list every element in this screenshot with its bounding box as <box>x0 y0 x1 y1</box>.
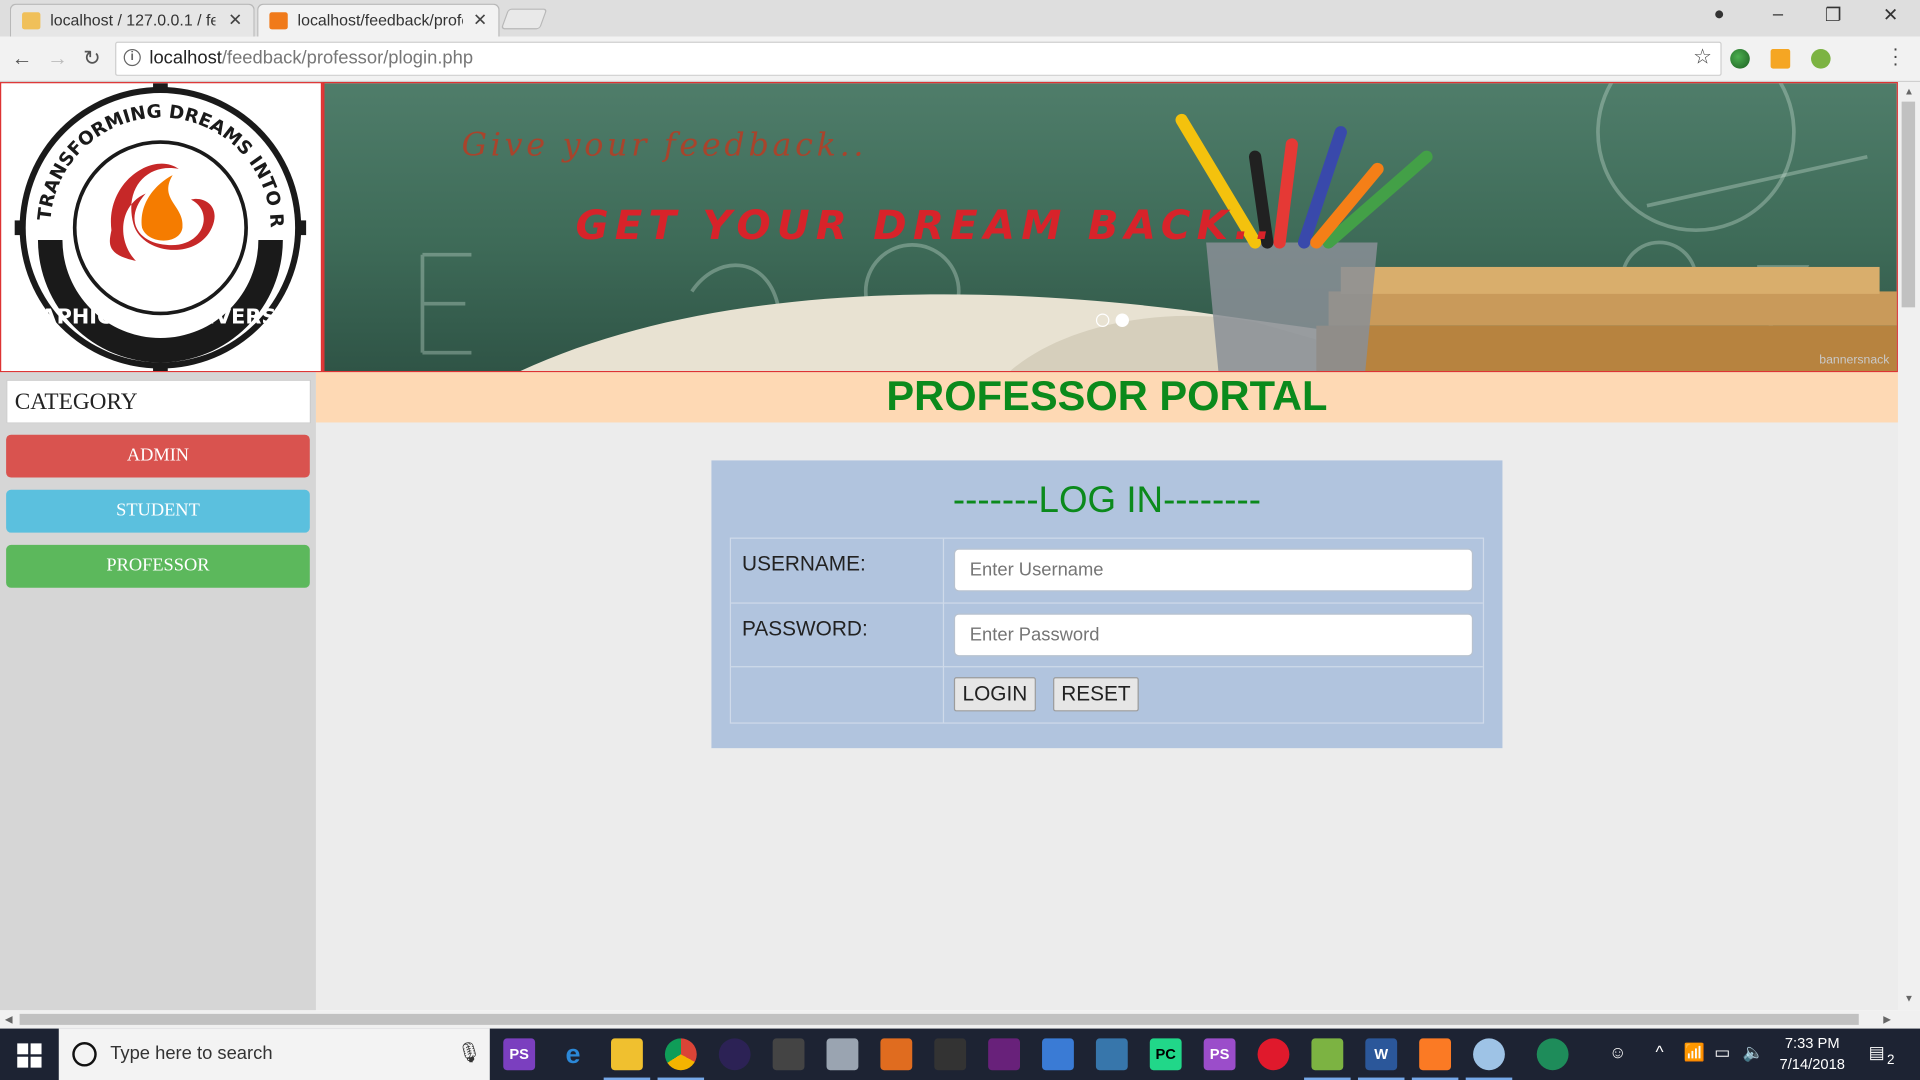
activity-monitor-icon[interactable] <box>1536 1038 1569 1071</box>
hero-banner: Give your feedback.. GET YOUR DREAM BACK… <box>322 82 1898 373</box>
close-window-button[interactable]: ✕ <box>1866 4 1915 26</box>
people-icon[interactable]: ☺ <box>1609 1042 1627 1062</box>
file-explorer-icon[interactable] <box>603 1038 651 1080</box>
login-form: -------LOG IN-------- USERNAME: PASSWORD… <box>711 460 1503 749</box>
url-host: localhost <box>149 47 222 69</box>
tab-phpmyadmin[interactable]: localhost / 127.0.0.1 / fee ✕ <box>9 3 255 37</box>
login-button[interactable]: LOGIN <box>953 677 1036 712</box>
paint-icon[interactable] <box>1465 1038 1513 1080</box>
opera-icon[interactable] <box>1257 1038 1290 1071</box>
vertical-scroll-thumb[interactable] <box>1901 101 1916 308</box>
phpstorm-icon[interactable]: PS <box>503 1038 536 1071</box>
carousel-dot-1[interactable] <box>1095 313 1110 327</box>
profile-icon[interactable]: ● <box>1695 4 1744 25</box>
category-heading: CATEGORY <box>6 379 312 424</box>
new-tab-button[interactable] <box>500 8 548 30</box>
extension-shopping-icon[interactable] <box>1770 48 1791 69</box>
back-icon[interactable]: ← <box>9 47 36 71</box>
graphic-era-logo-icon: TRANSFORMING DREAMS INTO REALITY GRAPHIC… <box>0 67 314 373</box>
tab-title: localhost / 127.0.0.1 / fee <box>50 11 216 30</box>
clock-date: 7/14/2018 <box>1779 1055 1845 1073</box>
edge-icon[interactable]: e <box>557 1038 589 1070</box>
login-table: USERNAME: PASSWORD: LOGIN RESET <box>729 537 1485 724</box>
maximize-button[interactable]: ❐ <box>1809 4 1858 26</box>
password-input[interactable] <box>953 613 1474 657</box>
scroll-right-arrow-icon[interactable]: ▶ <box>1883 1014 1891 1025</box>
database-icon[interactable] <box>826 1038 859 1071</box>
scroll-left-arrow-icon[interactable]: ◀ <box>5 1014 13 1025</box>
portal-header: PROFESSOR PORTAL <box>315 372 1898 423</box>
portal-title: PROFESSOR PORTAL <box>886 373 1328 421</box>
chrome-icon[interactable] <box>657 1038 705 1080</box>
taskbar-search[interactable]: Type here to search 🎙 <box>58 1028 490 1080</box>
banner-watermark: bannersnack <box>1819 353 1890 368</box>
python-icon[interactable] <box>1095 1038 1128 1071</box>
notepad-plus-icon[interactable] <box>1304 1038 1351 1080</box>
scroll-down-arrow-icon[interactable]: ▼ <box>1904 993 1914 1004</box>
info-icon[interactable]: i <box>123 48 141 67</box>
table-row-password: PASSWORD: <box>731 602 1483 666</box>
login-title: -------LOG IN-------- <box>952 480 1261 521</box>
username-input[interactable] <box>953 548 1474 592</box>
calculator-icon[interactable] <box>772 1038 805 1071</box>
close-icon[interactable]: ✕ <box>228 10 242 31</box>
extension-coupon-icon[interactable] <box>1811 48 1831 69</box>
reset-button[interactable]: RESET <box>1053 677 1139 712</box>
address-bar[interactable]: i localhost/feedback/professor/plogin.ph… <box>115 41 1722 76</box>
page-content: TRANSFORMING DREAMS INTO REALITY GRAPHIC… <box>0 67 1898 1011</box>
terminal-icon[interactable] <box>934 1038 967 1071</box>
xampp-icon[interactable] <box>1411 1038 1459 1080</box>
category-sidebar: CATEGORY ADMIN STUDENT PROFESSOR <box>0 372 316 1011</box>
taskbar-clock[interactable]: 7:33 PM 7/14/2018 <box>1763 1033 1861 1075</box>
admin-button[interactable]: ADMIN <box>6 434 310 478</box>
battery-icon[interactable]: ▭ <box>1714 1042 1730 1063</box>
password-label: PASSWORD: <box>742 617 868 641</box>
student-button[interactable]: STUDENT <box>6 489 310 533</box>
notification-count: 2 <box>1886 1053 1895 1068</box>
carousel-dot-2[interactable] <box>1115 313 1129 327</box>
horizontal-scroll-thumb[interactable] <box>19 1013 1859 1025</box>
bookmark-star-icon[interactable]: ☆ <box>1693 45 1712 69</box>
menu-dots-icon[interactable]: · · · <box>1889 40 1901 74</box>
windows-start-icon[interactable] <box>17 1043 42 1068</box>
cortana-icon <box>72 1042 97 1067</box>
username-label: USERNAME: <box>742 552 866 576</box>
extension-globe-icon[interactable] <box>1730 48 1750 69</box>
horizontal-scrollbar[interactable]: ◀ ▶ <box>0 1010 1920 1029</box>
scroll-up-arrow-icon[interactable]: ▲ <box>1904 86 1914 97</box>
visual-studio-icon[interactable] <box>988 1038 1021 1071</box>
tray-chevron-icon[interactable]: ^ <box>1656 1042 1664 1062</box>
url-text[interactable]: localhost/feedback/professor/plogin.php <box>149 48 473 69</box>
minimize-button[interactable]: – <box>1753 4 1802 25</box>
vertical-scrollbar[interactable]: ▲ ▼ <box>1897 82 1920 1011</box>
reload-icon[interactable]: ↻ <box>78 47 105 71</box>
browser-toolbar: ← → ↻ i localhost/feedback/professor/plo… <box>0 36 1920 83</box>
volume-icon[interactable]: 🔈 <box>1742 1042 1763 1063</box>
table-row-username: USERNAME: <box>731 539 1483 603</box>
xampp-icon <box>269 12 288 30</box>
photos-icon[interactable] <box>1042 1038 1074 1071</box>
windows-taskbar: Type here to search 🎙 PS e PC PS W ☺ ^ 📶… <box>0 1028 1920 1080</box>
phpmyadmin-icon <box>22 12 41 30</box>
professor-button[interactable]: PROFESSOR <box>6 544 310 588</box>
banner-line-1: Give your feedback.. <box>461 127 868 165</box>
forward-icon[interactable]: → <box>44 47 71 71</box>
url-path: /feedback/professor/plogin.php <box>221 47 474 69</box>
close-icon[interactable]: ✕ <box>473 10 487 31</box>
browser-tab-strip: localhost / 127.0.0.1 / fee ✕ localhost/… <box>0 0 1920 37</box>
pycharm-icon[interactable]: PC <box>1149 1038 1182 1071</box>
university-logo: TRANSFORMING DREAMS INTO REALITY GRAPHIC… <box>0 67 323 373</box>
phpstorm-2-icon[interactable]: PS <box>1203 1038 1236 1071</box>
tab-feedback[interactable]: localhost/feedback/profe ✕ <box>257 3 500 37</box>
search-placeholder: Type here to search <box>110 1043 273 1065</box>
wifi-icon[interactable]: 📶 <box>1684 1042 1705 1063</box>
action-center-icon[interactable]: ▤ <box>1869 1042 1885 1063</box>
word-icon[interactable]: W <box>1357 1038 1405 1080</box>
tab-title: localhost/feedback/profe <box>297 11 463 30</box>
eclipse-icon[interactable] <box>718 1038 751 1071</box>
microphone-icon[interactable]: 🎙 <box>457 1041 482 1065</box>
matlab-icon[interactable] <box>880 1038 913 1071</box>
banner-line-2: GET YOUR DREAM BACK.. <box>575 200 1277 249</box>
clock-time: 7:33 PM <box>1784 1034 1840 1052</box>
